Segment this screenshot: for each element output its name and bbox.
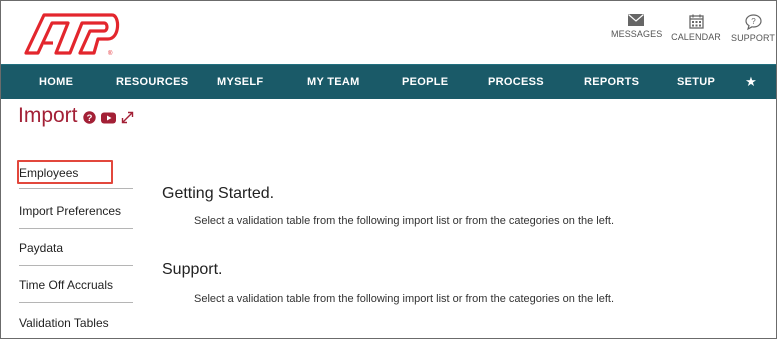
nav-setup[interactable]: SETUP — [677, 65, 715, 99]
sidebar-divider — [19, 228, 133, 229]
help-icon[interactable]: ? — [83, 111, 96, 129]
nav-reports[interactable]: REPORTS — [584, 65, 639, 99]
nav-process[interactable]: PROCESS — [488, 65, 544, 99]
section-description: Select a validation table from the follo… — [194, 215, 615, 227]
messages-label: MESSAGES — [611, 29, 663, 39]
nav-myself[interactable]: MYSELF — [217, 65, 263, 99]
page-title: Import — [18, 104, 78, 127]
section-title-getting-started: Getting Started. — [162, 185, 275, 202]
sidebar-item-paydata[interactable]: Paydata — [19, 241, 133, 255]
chat-question-icon: ? — [744, 14, 762, 30]
favorites-star-icon[interactable]: ★ — [726, 65, 776, 99]
nav-my-team[interactable]: MY TEAM — [307, 65, 360, 99]
messages-button[interactable]: MESSAGES — [611, 14, 663, 39]
nav-resources[interactable]: RESOURCES — [116, 65, 188, 99]
svg-text:?: ? — [87, 113, 93, 124]
svg-text:®: ® — [108, 50, 113, 57]
support-label: SUPPORT — [730, 33, 776, 43]
support-button[interactable]: ? SUPPORT — [730, 14, 776, 43]
sidebar-divider — [19, 265, 133, 266]
sidebar-item-employees[interactable]: Employees — [19, 166, 133, 180]
main-nav: HOME RESOURCES MYSELF MY TEAM PEOPLE PRO… — [1, 64, 776, 99]
calendar-label: CALENDAR — [671, 32, 721, 42]
sidebar-item-time-off-accruals[interactable]: Time Off Accruals — [19, 278, 133, 292]
sidebar-divider — [19, 302, 133, 303]
top-header: ® MESSAGES CALENDAR ? SUPPORT — [1, 1, 776, 65]
sidebar-item-validation-tables[interactable]: Validation Tables — [19, 316, 133, 330]
envelope-icon — [628, 14, 644, 26]
section-title-support: Support. — [162, 261, 223, 278]
adp-logo[interactable]: ® — [20, 9, 120, 57]
nav-home[interactable]: HOME — [39, 65, 73, 99]
expand-icon[interactable] — [121, 111, 134, 129]
calendar-icon — [688, 14, 704, 29]
calendar-button[interactable]: CALENDAR — [670, 14, 722, 42]
nav-people[interactable]: PEOPLE — [402, 65, 448, 99]
video-icon[interactable] — [101, 111, 116, 129]
sidebar-item-import-preferences[interactable]: Import Preferences — [19, 204, 133, 218]
sidebar-divider — [19, 188, 133, 189]
section-description: Select a validation table from the follo… — [194, 293, 615, 305]
title-icons: ? — [83, 111, 139, 129]
svg-text:?: ? — [751, 17, 756, 26]
